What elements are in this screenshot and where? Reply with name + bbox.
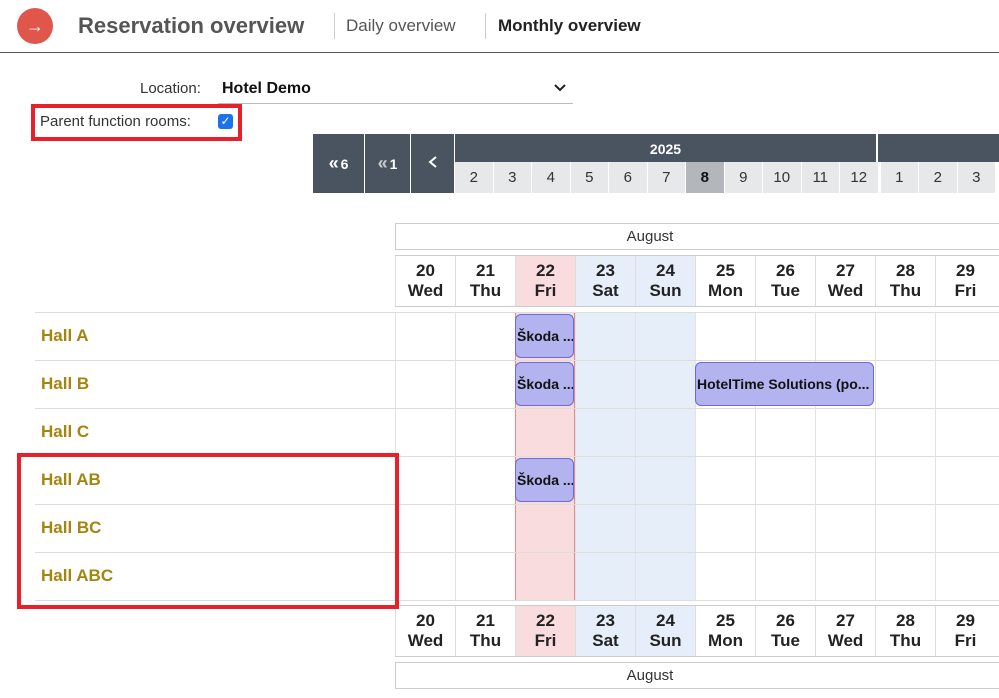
row-divider [35, 408, 999, 409]
day-header-weekend: 24 Sun [635, 256, 695, 306]
location-select[interactable]: Hotel Demo [218, 74, 573, 104]
row-divider [35, 312, 999, 313]
day-header: 20 Wed [395, 256, 455, 306]
month-item[interactable]: 7 [647, 162, 685, 193]
day-header: 21 Thu [455, 606, 515, 656]
year-bar: 2025 [455, 134, 999, 162]
month-item[interactable]: 5 [570, 162, 608, 193]
day-header-weekend: 24 Sun [635, 606, 695, 656]
highlight-box [31, 104, 242, 141]
month-item[interactable]: 2 [919, 162, 957, 193]
month-item[interactable]: 2 [455, 162, 493, 193]
reservation-event[interactable]: Škoda ... [515, 362, 574, 406]
divider [485, 13, 486, 39]
previous-button[interactable] [411, 134, 454, 193]
month-item[interactable]: 1 [880, 162, 918, 193]
month-band-bottom: August [395, 662, 999, 689]
day-header: 25 Mon [695, 606, 755, 656]
day-header: 20 Wed [395, 606, 455, 656]
chevron-left-icon [427, 153, 439, 174]
month-item[interactable]: 3 [957, 162, 995, 193]
month-item[interactable]: 11 [801, 162, 839, 193]
highlight-box [17, 453, 399, 609]
day-header: 27 Wed [815, 256, 875, 306]
header-bar: → Reservation overview Daily overview Mo… [0, 0, 999, 53]
month-strip: 2 3 4 5 6 7 8 9 10 11 12 1 2 3 [455, 162, 999, 193]
double-chevron-left-icon: « [328, 153, 339, 173]
day-header: 21 Thu [455, 256, 515, 306]
back-1-month-button[interactable]: « 1 [365, 134, 410, 193]
day-header-row-top: 20 Wed 21 Thu 22 Fri 23 Sat 24 Sun 25 Mon 26 Tu… [395, 255, 999, 307]
month-item-selected[interactable]: 8 [686, 162, 724, 193]
month-item[interactable]: 6 [609, 162, 647, 193]
month-item[interactable]: 12 [840, 162, 878, 193]
back-arrow-icon[interactable]: → [17, 8, 53, 44]
day-header-weekend: 23 Sat [575, 606, 635, 656]
divider [334, 13, 335, 39]
day-header: 25 Mon [695, 256, 755, 306]
day-header: 26 Tue [755, 606, 815, 656]
month-item[interactable]: 10 [763, 162, 801, 193]
day-header-today: 22 Fri [515, 256, 575, 306]
hall-name[interactable]: Hall A [41, 326, 89, 346]
day-header-today: 22 Fri [515, 606, 575, 656]
row-divider [35, 360, 999, 361]
month-item[interactable]: 4 [532, 162, 570, 193]
hall-name[interactable]: Hall C [41, 422, 89, 442]
tab-monthly-overview[interactable]: Monthly overview [498, 16, 641, 36]
day-header: 29 Fri [935, 606, 995, 656]
month-item[interactable]: 3 [493, 162, 531, 193]
day-header: 28 Thu [875, 606, 935, 656]
chevron-down-icon [553, 80, 567, 97]
day-header: 27 Wed [815, 606, 875, 656]
tab-daily-overview[interactable]: Daily overview [346, 16, 456, 36]
double-chevron-left-icon: « [377, 153, 388, 173]
day-header-row-bottom: 20 Wed 21 Thu 22 Fri 23 Sat 24 Sun 25 Mon 26 Tu… [395, 605, 999, 657]
back-6-months-button[interactable]: « 6 [313, 134, 364, 193]
day-header-weekend: 23 Sat [575, 256, 635, 306]
day-header: 26 Tue [755, 256, 815, 306]
location-value: Hotel Demo [222, 79, 311, 97]
year-divider [876, 134, 878, 162]
reservation-event[interactable]: HotelTime Solutions (po... [695, 362, 874, 406]
month-item[interactable]: 9 [724, 162, 762, 193]
reservation-event[interactable]: Škoda ... [515, 458, 574, 502]
day-header: 28 Thu [875, 256, 935, 306]
hall-name[interactable]: Hall B [41, 374, 89, 394]
page-title: Reservation overview [78, 13, 305, 38]
year-label: 2025 [649, 141, 682, 157]
reservation-event[interactable]: Škoda ... [515, 314, 574, 358]
day-header: 29 Fri [935, 256, 995, 306]
location-label: Location: [140, 80, 201, 97]
month-band-top: August [395, 223, 999, 250]
